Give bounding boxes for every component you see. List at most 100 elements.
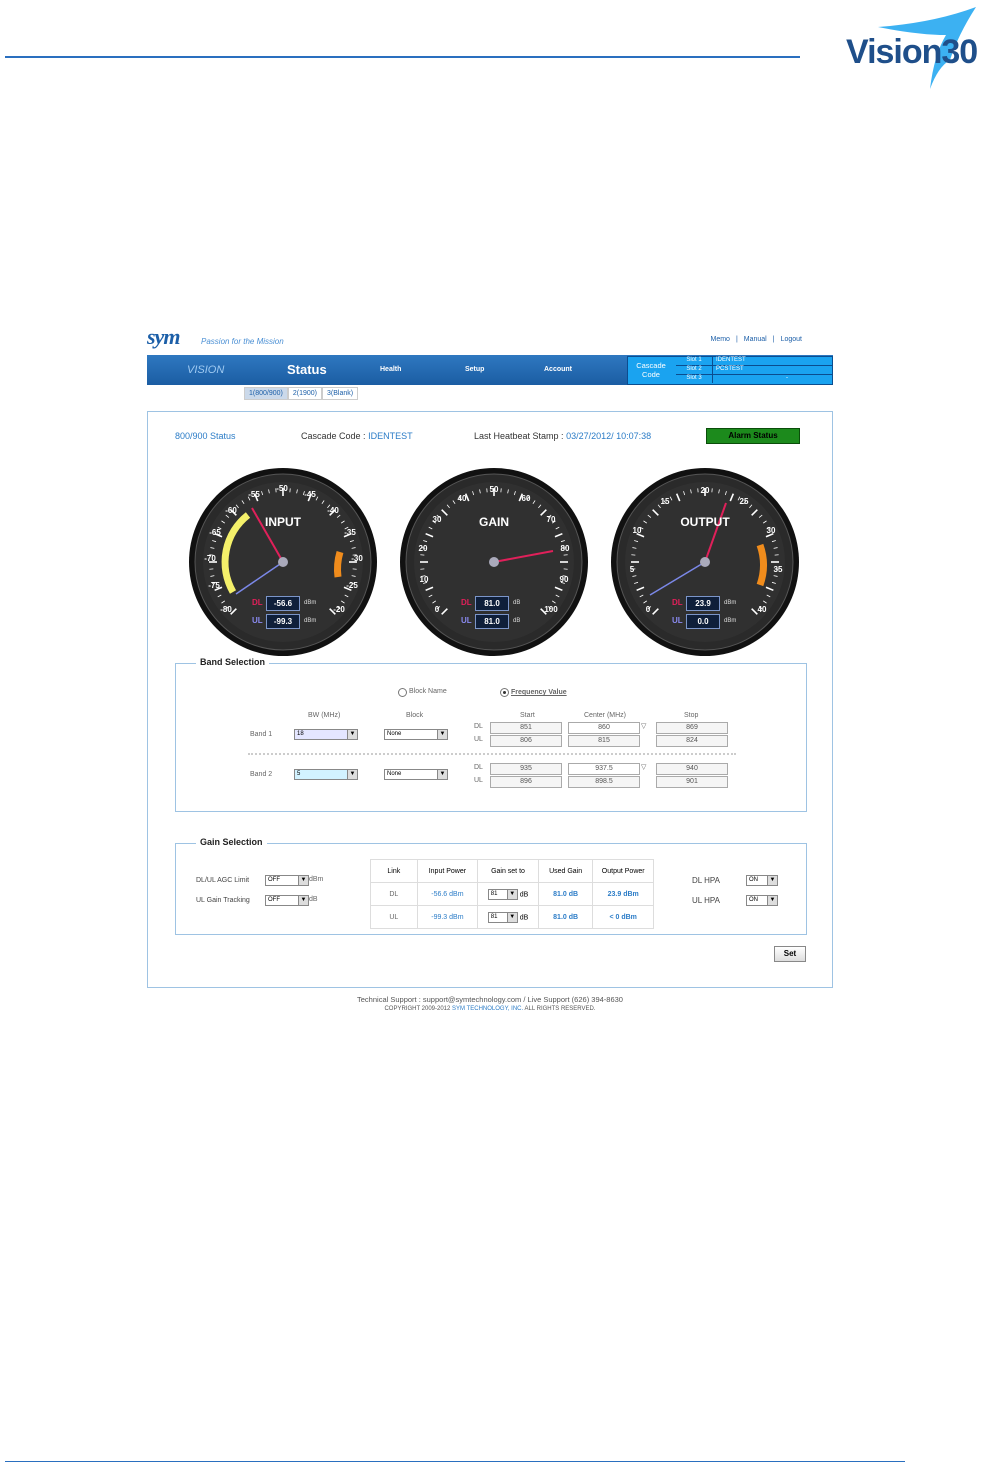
ul-hpa-select[interactable]: ON ▼ xyxy=(746,895,778,906)
center-column-header: Center (MHz) xyxy=(584,712,627,719)
dl-readout: DL 81.0 dB xyxy=(461,596,551,611)
tick-label: -40 xyxy=(327,506,339,515)
company-link[interactable]: SYM TECHNOLOGY, INC. xyxy=(452,1006,523,1012)
column-header: Gain set to xyxy=(477,859,539,883)
subtab-1900[interactable]: 2(1900) xyxy=(287,387,322,400)
cascade-code-label: Cascade Code xyxy=(636,361,666,379)
app-window: sym Passion for the Mission Memo | Manual |… xyxy=(147,318,833,1018)
gain-tracking-select[interactable]: OFF ▼ xyxy=(265,895,309,906)
ul-gain-select[interactable]: 81 ▼ xyxy=(487,911,518,923)
tick-label: -70 xyxy=(204,554,216,563)
vision30-logo: Vision30 xyxy=(838,5,986,90)
tick-label: 25 xyxy=(740,497,749,506)
gauge-title: GAIN xyxy=(479,515,509,529)
tick-label: 10 xyxy=(420,575,429,584)
agc-unit: dBm xyxy=(309,876,324,883)
chevron-down-icon: ▼ xyxy=(437,730,447,739)
manual-link[interactable]: Manual xyxy=(744,336,767,343)
column-header: Used Gain xyxy=(537,859,594,883)
ul-readout: UL 81.0 dB xyxy=(461,614,551,629)
logout-link[interactable]: Logout xyxy=(781,336,802,343)
band-2-ul-center[interactable]: 898.5 xyxy=(568,776,640,788)
tagline: Passion for the Mission xyxy=(201,337,284,346)
spin-icon[interactable]: ▽ xyxy=(641,763,646,771)
input-gauge: -80 -75 -70 -65 -60 -55 -50 -45 -40 -35 … xyxy=(188,467,378,657)
column-header: Output Power xyxy=(592,859,654,883)
band-1-dl-center[interactable]: 860 xyxy=(568,722,640,734)
ul-readout: UL -99.3 dBm xyxy=(252,614,342,629)
band-1-label: Band 1 xyxy=(250,731,273,738)
band-2-bw-select[interactable]: 5 ▼ xyxy=(294,769,358,780)
slot-row[interactable]: Slot 1 IDENTEST xyxy=(676,357,832,366)
nav-health-tab[interactable]: Health xyxy=(380,366,401,373)
table-row: DL -56.6 dBm 81 ▼ dB 81.0 dB 23.9 dBm xyxy=(370,882,654,906)
chevron-down-icon: ▼ xyxy=(506,912,517,922)
column-header: Input Power xyxy=(416,859,479,883)
tick-label: 60 xyxy=(522,494,531,503)
band-2-ul-stop[interactable]: 901 xyxy=(656,776,728,788)
chevron-down-icon: ▼ xyxy=(298,876,308,885)
separator: | xyxy=(772,336,775,343)
nav-setup-tab[interactable]: Setup xyxy=(465,366,484,373)
band-1-ul-start[interactable]: 806 xyxy=(490,735,562,747)
subtab-blank[interactable]: 3(Blank) xyxy=(322,387,359,400)
band-2-dl-stop[interactable]: 940 xyxy=(656,763,728,775)
gauge-title: INPUT xyxy=(265,515,301,529)
ul-label: UL xyxy=(474,736,483,743)
band-2-block-select[interactable]: None ▼ xyxy=(384,769,448,780)
tick-label: -50 xyxy=(276,484,288,493)
frequency-value-radio[interactable] xyxy=(500,688,509,697)
dl-hpa-label: DL HPA xyxy=(692,876,721,885)
slot-row[interactable]: Slot 2 PCSTEST xyxy=(676,366,832,375)
tick-label: 20 xyxy=(419,544,428,553)
subtab-800-900[interactable]: 1(800/900) xyxy=(244,387,288,400)
agc-limit-select[interactable]: OFF ▼ xyxy=(265,875,309,886)
main-navbar: VISION Status Health Setup Account Casca… xyxy=(147,355,833,385)
tick-label: -55 xyxy=(248,490,260,499)
band-2-dl-start[interactable]: 935 xyxy=(490,763,562,775)
band-1-ul-center[interactable]: 815 xyxy=(568,735,640,747)
alarm-status-button[interactable]: Alarm Status xyxy=(706,428,800,444)
slot-row[interactable]: Slot 3- xyxy=(676,375,832,383)
dl-gain-select[interactable]: 81 ▼ xyxy=(487,888,518,900)
band-2-dl-center[interactable]: 937.5 xyxy=(568,763,640,775)
top-links: Memo | Manual | Logout xyxy=(708,336,806,343)
nav-status-tab[interactable]: Status xyxy=(287,362,327,377)
dl-readout: DL -56.6 dBm xyxy=(252,596,342,611)
ul-readout: UL 0.0 dBm xyxy=(672,614,762,629)
block-column-header: Block xyxy=(406,712,424,719)
tick-label: 20 xyxy=(701,486,710,495)
tick-label: 35 xyxy=(774,565,783,574)
band-1-ul-stop[interactable]: 824 xyxy=(656,735,728,747)
band-1-dl-stop[interactable]: 869 xyxy=(656,722,728,734)
input-power-cell: -99.3 dBm xyxy=(416,905,479,929)
tick-label: -45 xyxy=(304,490,316,499)
tick-label: 80 xyxy=(561,544,570,553)
band-1-bw-select[interactable]: 18 ▼ xyxy=(294,729,358,740)
footer-support: Technical Support : support@symtechnolog… xyxy=(357,995,623,1004)
ul-hpa-label: UL HPA xyxy=(692,896,721,905)
ul-label: UL xyxy=(474,777,483,784)
memo-link[interactable]: Memo xyxy=(711,336,730,343)
chevron-down-icon: ▼ xyxy=(437,770,447,779)
band-2-label: Band 2 xyxy=(250,771,273,778)
input-power-cell: -56.6 dBm xyxy=(416,882,479,906)
nav-account-tab[interactable]: Account xyxy=(544,366,572,373)
status-panel: 800/900 Status Cascade Code : IDENTEST L… xyxy=(147,411,833,988)
band-1-dl-start[interactable]: 851 xyxy=(490,722,562,734)
chevron-down-icon: ▼ xyxy=(767,896,777,905)
band-subtabs: 1(800/900) 2(1900) 3(Blank) xyxy=(244,387,359,401)
block-name-radio[interactable] xyxy=(398,688,407,697)
gain-set-cell: 81 ▼ dB xyxy=(477,882,539,906)
copyright-text: COPYRIGHT 2009-2012 xyxy=(384,1006,451,1012)
spin-icon[interactable]: ▽ xyxy=(641,722,646,730)
start-column-header: Start xyxy=(520,712,535,719)
set-button[interactable]: Set xyxy=(774,946,806,962)
band-1-block-select[interactable]: None ▼ xyxy=(384,729,448,740)
tick-label: 0 xyxy=(646,605,651,614)
cascade-code-field: Cascade Code : IDENTEST xyxy=(301,431,413,441)
tick-label: -60 xyxy=(225,506,237,515)
band-2-ul-start[interactable]: 896 xyxy=(490,776,562,788)
dl-hpa-select[interactable]: ON ▼ xyxy=(746,875,778,886)
divider xyxy=(248,753,736,755)
